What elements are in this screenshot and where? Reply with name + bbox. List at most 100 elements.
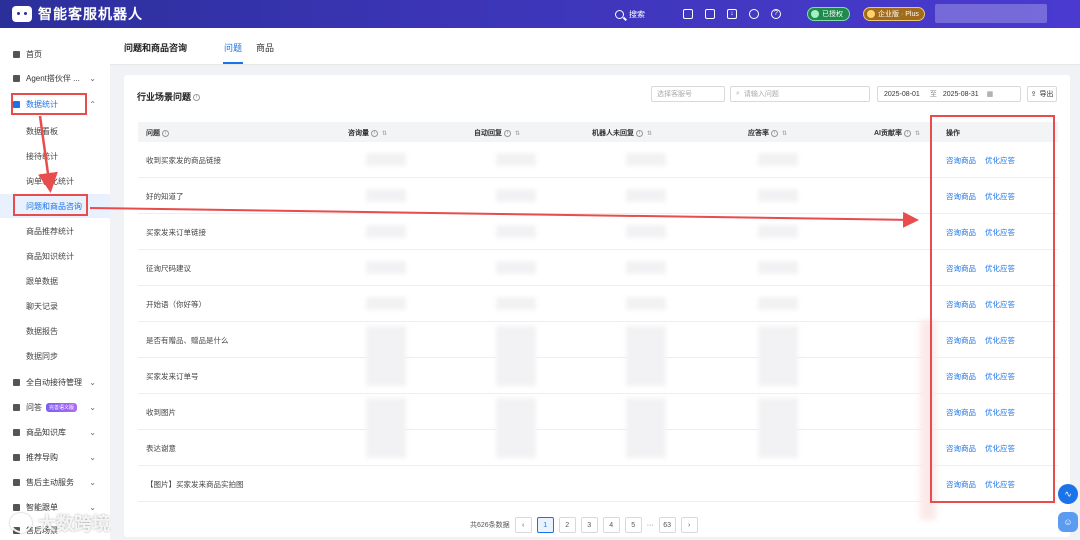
question-text: 买家发来订单链接 (146, 228, 206, 237)
subheader: 问题和商品咨询 问题 商品 (110, 28, 1080, 65)
total-count: 共626条数据 (470, 522, 510, 529)
question-text: 表达谢意 (146, 444, 176, 453)
question-text: 是否有赠品、赠品是什么 (146, 336, 229, 345)
col-auto-reply[interactable]: 自动回复 i ⇅ (474, 128, 520, 138)
col-consult-count[interactable]: 咨询量 i ⇅ (348, 128, 387, 138)
blurred-value (366, 153, 406, 166)
blurred-value (496, 153, 536, 166)
page-button[interactable]: 4 (602, 517, 620, 533)
date-separator: 至 (929, 91, 937, 98)
page-button[interactable]: 3 (580, 517, 598, 533)
col-bot-unreplied[interactable]: 机器人未回复 i ⇅ (592, 128, 652, 138)
blurred-value (626, 261, 666, 274)
tab-questions[interactable]: 问题 (224, 41, 242, 54)
sidebar-item-agent[interactable]: Agent搭伙伴 ... ⌄ (0, 68, 110, 88)
question-text: 征询尺码建议 (146, 264, 191, 273)
col-label: 机器人未回复 (592, 130, 634, 137)
cart-icon (13, 453, 20, 461)
blurred-value (496, 225, 536, 238)
sidebar-sub-inquiry-conversion[interactable]: 询单转化统计 (26, 176, 74, 187)
content-card: 行业场景问题 i 选择客服号 ⌕ 请输入问题 2025-08-01 至 2025-… (124, 75, 1070, 537)
sidebar-item-recommend[interactable]: 推荐导购 ⌄ (0, 447, 110, 467)
col-label: 自动回复 (474, 130, 502, 137)
chevron-down-icon: ⌄ (89, 402, 96, 412)
prev-page-button[interactable]: ‹ (514, 517, 532, 533)
search-placeholder: 请输入问题 (743, 91, 779, 98)
tab-products[interactable]: 商品 (256, 41, 274, 54)
question-text: 开始语（你好等） (146, 300, 206, 309)
help-icon[interactable]: ? (771, 9, 781, 19)
blurred-value (758, 261, 798, 274)
sidebar-sub-product-recommend[interactable]: 商品推荐统计 (26, 226, 74, 237)
active-tab-underline (223, 62, 243, 64)
sort-icon[interactable]: ⇅ (515, 130, 520, 137)
question-text: 好的知道了 (146, 192, 184, 201)
sidebar-sub-follow-data[interactable]: 跟单数据 (26, 276, 58, 287)
activity-float-button[interactable]: ∿ (1058, 484, 1078, 504)
sidebar-sub-sync[interactable]: 数据同步 (26, 351, 58, 362)
info-icon[interactable]: i (162, 129, 169, 137)
next-page-button[interactable]: › (680, 517, 698, 533)
chevron-down-icon: ⌄ (89, 452, 96, 462)
page-ellipsis[interactable]: ··· (647, 522, 654, 529)
highlight-question-product (13, 194, 88, 216)
sort-icon[interactable]: ⇅ (782, 130, 787, 137)
date-range-picker[interactable]: 2025-08-01 至 2025-08-31 ▦ (877, 86, 1021, 102)
user-account-box[interactable] (935, 4, 1047, 23)
chat-icon (13, 403, 20, 411)
sidebar-item-auto-reception[interactable]: 全自动接待管理 ⌄ (0, 372, 110, 392)
plan-badge[interactable]: 企业版 · Plus (863, 7, 925, 21)
highlight-actions-column (930, 115, 1055, 503)
blurred-value (366, 225, 406, 238)
sidebar-item-aftersale[interactable]: 售后主动服务 ⌄ (0, 472, 110, 492)
info-icon[interactable]: i (193, 94, 201, 102)
question-text: 【图片】买家发来商品实拍图 (146, 480, 244, 489)
brand[interactable]: 智能客服机器人 (12, 4, 143, 24)
robot-icon (13, 378, 20, 386)
table-header: 问题 i 咨询量 i ⇅ 自动回复 i ⇅ 机器人未回复 i ⇅ 应答率 i ⇅ AI贡献率 i ⇅ … (138, 122, 1058, 142)
sidebar-item-qa[interactable]: 问答 完善语义版 ⌄ (0, 397, 110, 417)
sidebar-item-product-kb[interactable]: 商品知识库 ⌄ (0, 422, 110, 442)
sort-icon[interactable]: ⇅ (915, 130, 920, 137)
sidebar-item-home[interactable]: 首页 (0, 44, 110, 64)
sidebar-sub-chat-log[interactable]: 聊天记录 (26, 301, 58, 312)
sidebar-item-label: 推荐导购 (26, 452, 58, 462)
chevron-down-icon: ⌄ (89, 427, 96, 437)
question-search-input[interactable]: ⌕ 请输入问题 (730, 86, 870, 102)
blurred-value (626, 189, 666, 202)
info-icon: i (904, 129, 911, 137)
search-icon (615, 9, 624, 19)
crown-icon (867, 10, 875, 18)
service-account-select[interactable]: 选择客服号 (651, 86, 725, 102)
top-search-button[interactable]: 搜索 (615, 9, 645, 20)
document-icon[interactable] (683, 9, 693, 19)
monitor-icon[interactable] (705, 9, 715, 19)
col-response-rate[interactable]: 应答率 i ⇅ (748, 128, 787, 138)
sidebar-item-label: 全自动接待管理 (26, 377, 82, 387)
col-ai-contribution[interactable]: AI贡献率 i ⇅ (874, 128, 920, 138)
sort-icon[interactable]: ⇅ (647, 130, 652, 137)
page-button[interactable]: 1 (536, 517, 554, 533)
sidebar-sub-report[interactable]: 数据报告 (26, 326, 58, 337)
agent-icon (13, 74, 20, 82)
authorized-badge[interactable]: 已授权 (807, 7, 850, 21)
page-button[interactable]: 5 (624, 517, 642, 533)
brand-name: 智能客服机器人 (38, 6, 143, 22)
date-start[interactable]: 2025-08-01 (884, 91, 920, 98)
check-icon (811, 10, 819, 18)
robot-float-button[interactable]: ☺ (1058, 512, 1078, 532)
page-button[interactable]: 63 (658, 517, 676, 533)
sidebar-sub-reception[interactable]: 接待统计 (26, 151, 58, 162)
sort-icon[interactable]: ⇅ (382, 130, 387, 137)
headset-icon[interactable] (749, 9, 759, 19)
export-button[interactable]: ⇪ 导出 (1027, 86, 1057, 102)
date-end[interactable]: 2025-08-31 (943, 91, 979, 98)
info-icon: i (504, 129, 511, 137)
download-icon[interactable]: ↓ (727, 9, 737, 19)
page-button[interactable]: 2 (558, 517, 576, 533)
sidebar-sub-product-knowledge[interactable]: 商品知识统计 (26, 251, 74, 262)
col-label: 咨询量 (348, 130, 369, 137)
sidebar-sub-dashboard[interactable]: 数据看板 (26, 126, 58, 137)
col-label: 应答率 (748, 130, 769, 137)
export-label: 导出 (1039, 91, 1054, 98)
